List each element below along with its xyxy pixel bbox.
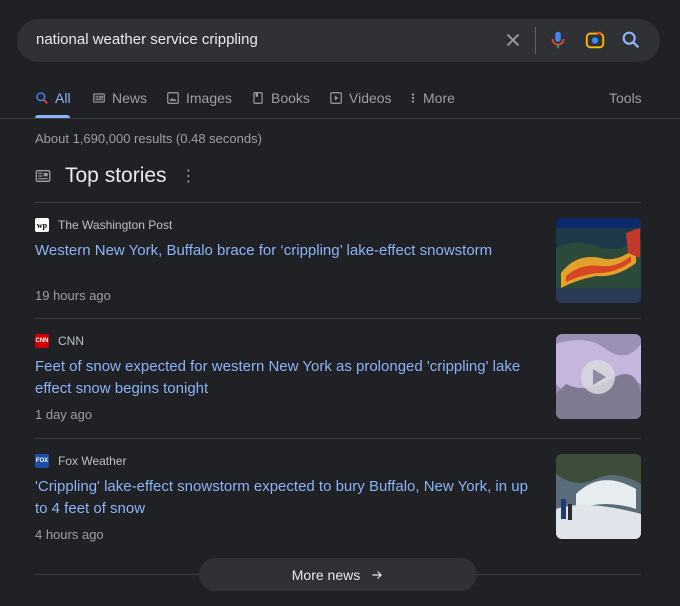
- tab-label: Books: [271, 90, 310, 106]
- divider: [35, 318, 641, 319]
- cnn-favicon-icon: CNN: [35, 334, 49, 348]
- story-thumbnail-snow-photo[interactable]: [556, 454, 641, 539]
- source-name: The Washington Post: [58, 218, 173, 232]
- tab-images[interactable]: Images: [166, 90, 232, 106]
- story-thumbnail-weather-map[interactable]: [556, 218, 641, 303]
- more-vert-icon: [411, 93, 415, 103]
- search-tabs: All News Images Books Videos More Tools: [0, 84, 680, 118]
- search-bar[interactable]: national weather service crippling: [17, 19, 660, 62]
- tab-label: Videos: [349, 90, 392, 106]
- video-icon: [330, 92, 342, 104]
- snow-photo-image-icon: [556, 454, 641, 539]
- top-stories-header: Top stories ⋮: [35, 164, 197, 188]
- more-news-label: More news: [291, 566, 361, 583]
- news-story-card[interactable]: CNN CNN Feet of snow expected for wester…: [35, 334, 641, 422]
- tab-books[interactable]: Books: [251, 90, 310, 106]
- book-icon: [253, 92, 263, 104]
- story-source: wp The Washington Post: [35, 218, 172, 232]
- story-headline-link[interactable]: 'Crippling' lake-effect snowstorm expect…: [35, 476, 543, 520]
- story-time: 4 hours ago: [35, 527, 104, 542]
- arrow-right-icon: [372, 570, 383, 579]
- fox-weather-favicon-icon: FOX: [35, 454, 49, 468]
- tab-label: News: [112, 90, 148, 106]
- tab-label: More: [423, 90, 455, 106]
- search-icon: [36, 92, 48, 104]
- story-time: 1 day ago: [35, 407, 93, 422]
- source-name: CNN: [58, 334, 84, 348]
- result-stats: About 1,690,000 results (0.48 seconds): [35, 131, 262, 146]
- tools-button[interactable]: Tools: [609, 90, 642, 106]
- washington-post-favicon-icon: wp: [35, 218, 49, 232]
- story-thumbnail-video[interactable]: [556, 334, 641, 419]
- tab-videos[interactable]: Videos: [329, 90, 392, 106]
- tabs-divider: [0, 118, 680, 119]
- more-options-icon[interactable]: ⋮: [181, 166, 197, 186]
- search-input[interactable]: national weather service crippling: [36, 31, 258, 48]
- image-icon: [167, 92, 179, 104]
- story-source: FOX Fox Weather: [35, 454, 126, 468]
- news-icon: [35, 170, 51, 182]
- divider: [35, 202, 641, 203]
- source-name: Fox Weather: [58, 454, 127, 468]
- story-source: CNN CNN: [35, 334, 84, 348]
- tools-label: Tools: [609, 90, 642, 106]
- search-icon[interactable]: [620, 29, 642, 51]
- tab-label: All: [55, 90, 71, 106]
- divider: [35, 438, 641, 439]
- weather-map-image-icon: [556, 218, 641, 303]
- story-headline-link[interactable]: Western New York, Buffalo brace for ‘cri…: [35, 240, 543, 262]
- clear-icon[interactable]: [502, 29, 524, 51]
- tab-all[interactable]: All: [35, 90, 71, 106]
- story-headline-link[interactable]: Feet of snow expected for western New Yo…: [35, 356, 543, 400]
- news-story-card[interactable]: wp The Washington Post Western New York,…: [35, 218, 641, 303]
- story-time: 19 hours ago: [35, 288, 111, 303]
- video-thumbnail-image-icon: [556, 334, 641, 419]
- top-stories-title: Top stories: [65, 164, 167, 187]
- news-story-card[interactable]: FOX Fox Weather 'Crippling' lake-effect …: [35, 454, 641, 542]
- news-icon: [93, 93, 105, 103]
- tab-more[interactable]: More: [409, 90, 455, 106]
- tab-news[interactable]: News: [92, 90, 147, 106]
- tab-label: Images: [186, 90, 232, 106]
- more-news-button[interactable]: More news: [199, 558, 477, 591]
- camera-lens-icon[interactable]: [584, 29, 606, 51]
- search-divider: [535, 27, 536, 54]
- microphone-icon[interactable]: [547, 29, 569, 51]
